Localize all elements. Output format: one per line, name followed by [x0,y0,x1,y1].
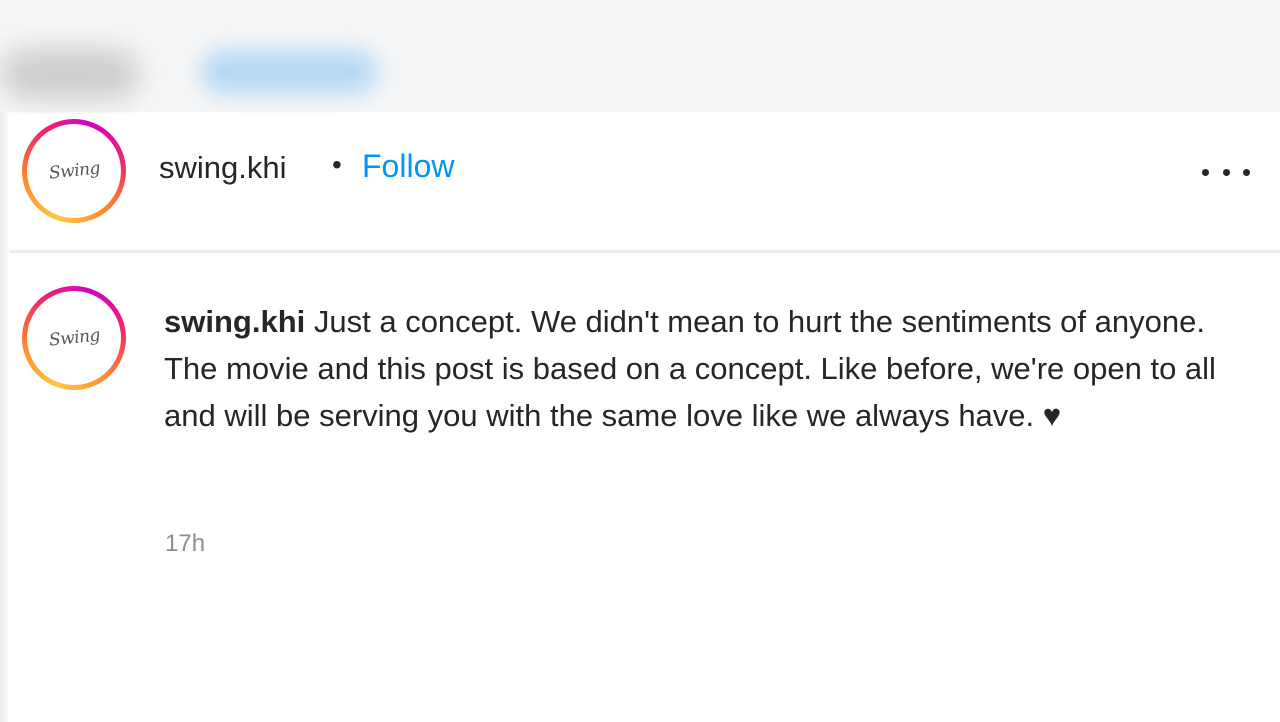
comment-avatar[interactable]: Swing [22,286,126,390]
left-edge-shade [0,112,10,722]
post-panel: Swing swing.khi • Follow Swing swing.khi… [0,0,1280,722]
post-caption: swing.khi Just a concept. We didn't mean… [164,298,1234,439]
header-avatar[interactable]: Swing [22,119,126,223]
caption-username[interactable]: swing.khi [164,304,305,339]
follow-button[interactable]: Follow [362,148,454,185]
blurred-top-bar [0,0,1280,112]
separator-dot: • [332,149,342,180]
brand-logo: Swing [31,295,117,381]
blurred-username [0,48,140,100]
brand-logo: Swing [31,128,117,214]
more-options-icon[interactable] [1202,158,1250,186]
blurred-link [200,50,378,94]
header-divider [10,250,1280,253]
header-username[interactable]: swing.khi [159,150,287,186]
caption-text: Just a concept. We didn't mean to hurt t… [164,304,1216,433]
logo-script-text: Swing [47,158,101,184]
post-timestamp[interactable]: 17h [165,530,205,558]
logo-script-text: Swing [47,325,101,351]
